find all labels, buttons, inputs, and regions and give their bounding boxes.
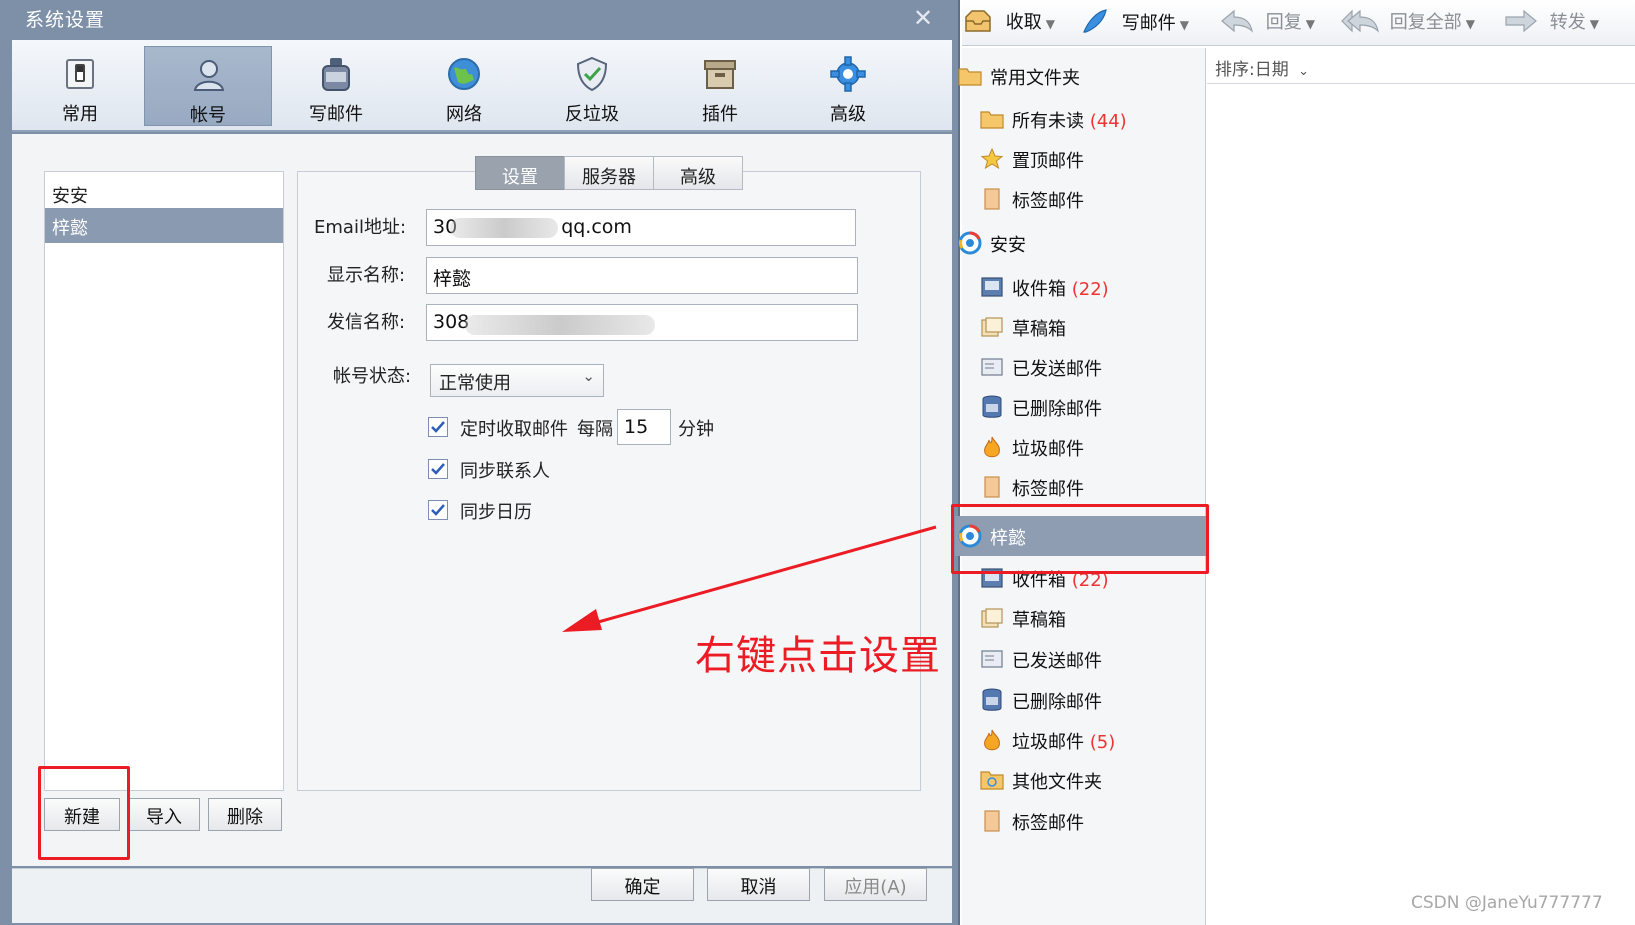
watermark: CSDN @JaneYu777777 [1411,893,1603,913]
annotation-text: 右键点击设置 [695,633,941,679]
annotation-arrow [562,525,937,632]
